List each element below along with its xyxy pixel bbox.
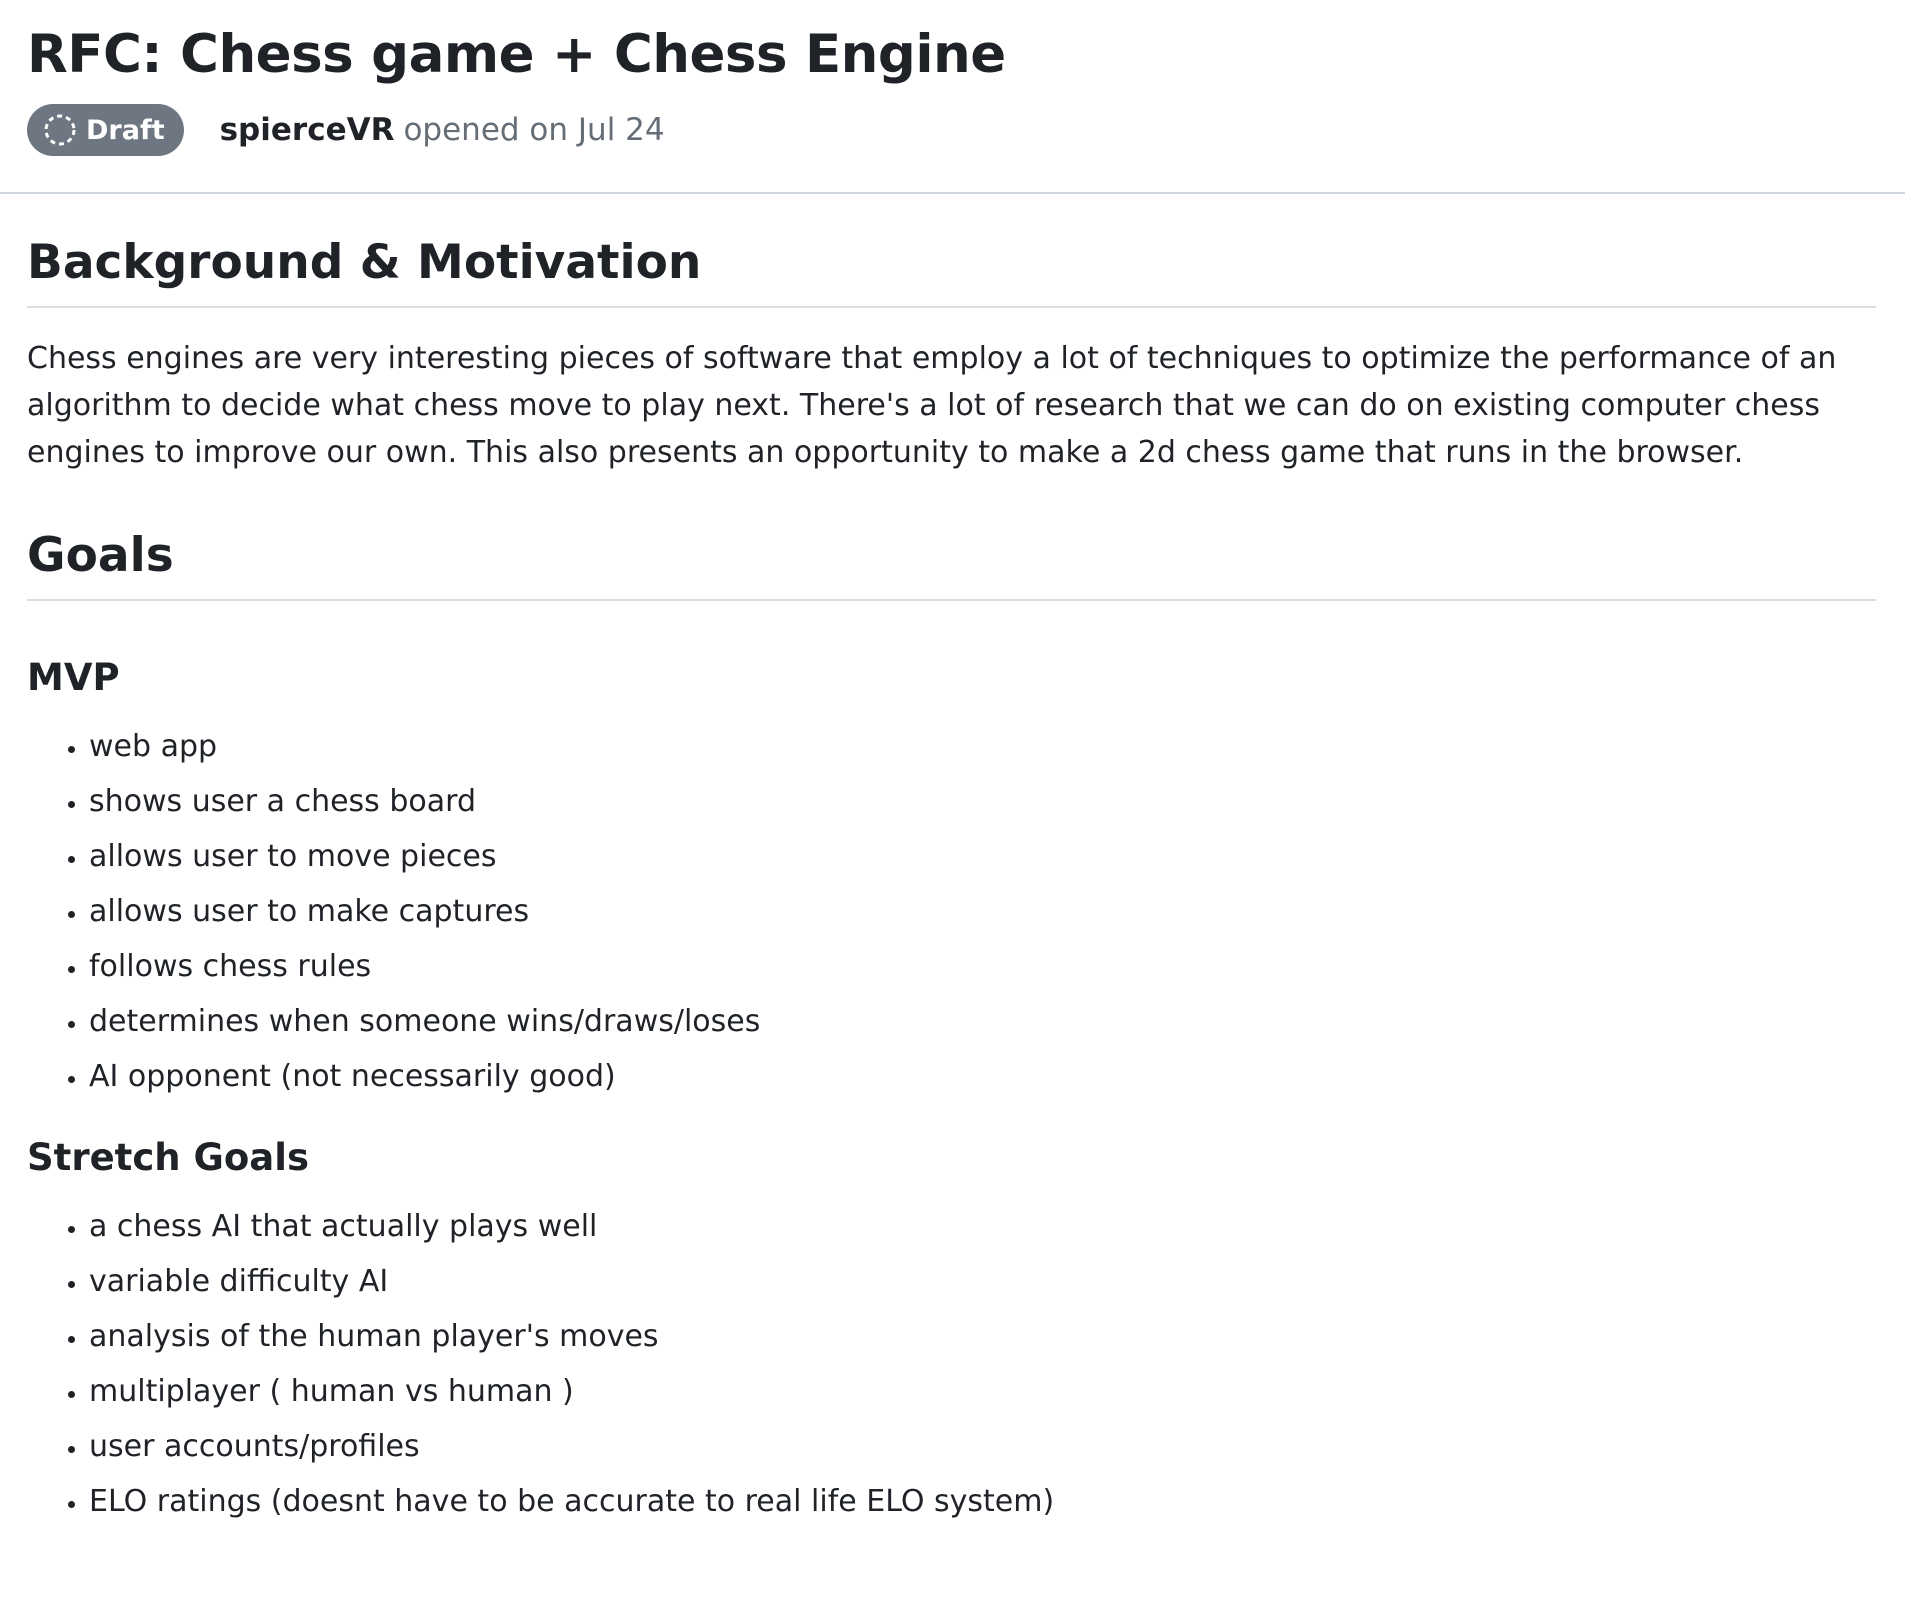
opened-date: opened on Jul 24 [403, 112, 665, 148]
list-item: allows user to make captures [89, 893, 1876, 930]
issue-title: RFC: Chess game + Chess Engine [27, 24, 1006, 85]
status-badge: Draft [27, 104, 184, 156]
list-item: follows chess rules [89, 948, 1876, 985]
heading-mvp: MVP [27, 656, 120, 699]
issue-meta: Draft spierceVR opened on Jul 24 [27, 104, 1878, 156]
author-link[interactable]: spierceVR [220, 112, 395, 148]
heading-background: Background & Motivation [27, 233, 1876, 308]
list-item: user accounts/profiles [89, 1428, 1876, 1465]
list-item: determines when someone wins/draws/loses [89, 1003, 1876, 1040]
list-item: multiplayer ( human vs human ) [89, 1373, 1876, 1410]
stretch-goals-list: a chess AI that actually plays well vari… [27, 1208, 1876, 1520]
issue-header: RFC: Chess game + Chess Engine Draft spi… [0, 0, 1905, 194]
background-paragraph: Chess engines are very interesting piece… [27, 341, 1837, 470]
mvp-list: web app shows user a chess board allows … [27, 728, 1876, 1095]
heading-goals: Goals [27, 526, 1876, 601]
list-item: variable difficulty AI [89, 1263, 1876, 1300]
list-item: allows user to move pieces [89, 838, 1876, 875]
list-item: web app [89, 728, 1876, 765]
status-badge-label: Draft [86, 114, 165, 146]
list-item: analysis of the human player's moves [89, 1318, 1876, 1355]
heading-stretch-goals: Stretch Goals [27, 1136, 309, 1179]
list-item: AI opponent (not necessarily good) [89, 1058, 1876, 1095]
list-item: shows user a chess board [89, 783, 1876, 820]
issue-body: Background & Motivation Chess engines ar… [0, 233, 1905, 1520]
dashed-circle-icon [44, 114, 76, 146]
list-item: a chess AI that actually plays well [89, 1208, 1876, 1245]
list-item: ELO ratings (doesnt have to be accurate … [89, 1483, 1876, 1520]
